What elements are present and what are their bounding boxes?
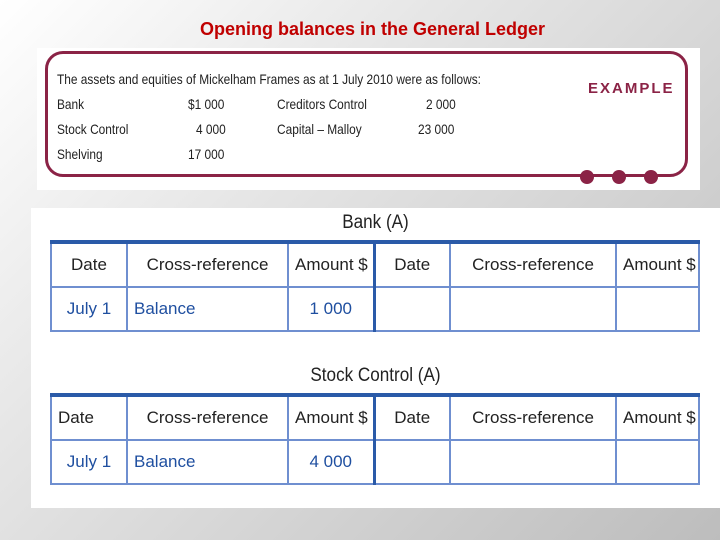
- table-header-row: Date Cross-reference Amount $ Date Cross…: [50, 394, 700, 441]
- table-row: July 1 Balance 4 000: [50, 439, 700, 485]
- amount-cell: 4 000: [287, 439, 376, 485]
- header-cell: Amount $: [287, 241, 376, 288]
- header-cell: Date: [50, 241, 128, 288]
- ledger-table-bank: Date Cross-reference Amount $ Date Cross…: [50, 240, 700, 332]
- slide-title: Opening balances in the General Ledger: [199, 19, 546, 39]
- item-amount: 2 000: [426, 96, 456, 112]
- date-cell: July 1: [50, 286, 128, 332]
- item-name: Bank: [57, 96, 85, 112]
- dot-icon: [580, 170, 594, 184]
- header-cell: Cross-reference: [126, 394, 289, 441]
- table-header-row: Date Cross-reference Amount $ Date Cross…: [50, 241, 700, 288]
- dot-icon: [644, 170, 658, 184]
- amount-cell: [615, 439, 700, 485]
- header-cell: Date: [373, 394, 451, 441]
- header-cell: Date: [373, 241, 451, 288]
- cross-reference-cell: [449, 439, 617, 485]
- item-name: Creditors Control: [277, 96, 367, 112]
- date-cell: [373, 439, 451, 485]
- date-cell: July 1: [50, 439, 128, 485]
- ledger-title: Bank (A): [342, 212, 409, 233]
- item-amount: 4 000: [196, 121, 226, 137]
- example-intro: The assets and equities of Mickelham Fra…: [57, 71, 481, 87]
- header-cell: Date: [50, 394, 128, 441]
- item-amount: 17 000: [188, 146, 225, 162]
- ledger-table-stock-control: Date Cross-reference Amount $ Date Cross…: [50, 393, 700, 485]
- header-cell: Amount $: [287, 394, 376, 441]
- header-cell: Cross-reference: [126, 241, 289, 288]
- example-box: The assets and equities of Mickelham Fra…: [45, 51, 688, 184]
- item-name: Stock Control: [57, 121, 129, 137]
- item-amount: $1 000: [188, 96, 225, 112]
- date-cell: [373, 286, 451, 332]
- table-row: July 1 Balance 1 000: [50, 286, 700, 332]
- example-label: EXAMPLE: [588, 80, 675, 97]
- ledger-title: Stock Control (A): [310, 365, 441, 386]
- item-amount: 23 000: [418, 121, 455, 137]
- header-cell: Cross-reference: [449, 394, 617, 441]
- example-panel: The assets and equities of Mickelham Fra…: [37, 48, 700, 190]
- cross-reference-cell: Balance: [126, 286, 289, 332]
- header-cell: Cross-reference: [449, 241, 617, 288]
- amount-cell: 1 000: [287, 286, 376, 332]
- item-name: Capital – Malloy: [277, 121, 362, 137]
- amount-cell: [615, 286, 700, 332]
- header-cell: Amount $: [615, 394, 700, 441]
- ledger-panel: Bank (A) Date Cross-reference Amount $ D…: [31, 208, 720, 508]
- dot-icon: [612, 170, 626, 184]
- cross-reference-cell: Balance: [126, 439, 289, 485]
- cross-reference-cell: [449, 286, 617, 332]
- item-name: Shelving: [57, 146, 103, 162]
- header-cell: Amount $: [615, 241, 700, 288]
